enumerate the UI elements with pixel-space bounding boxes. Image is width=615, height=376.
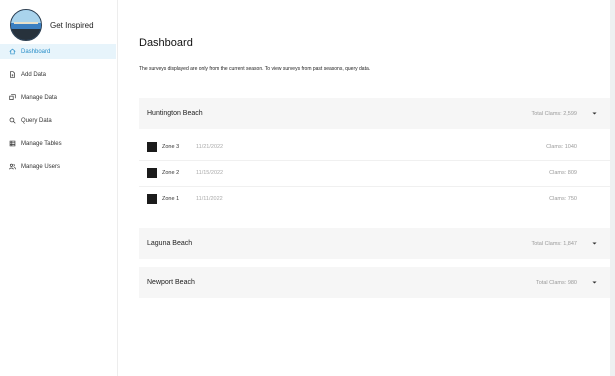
beach-total-clams: Total Clams: 980: [536, 279, 577, 286]
table-icon: [9, 140, 16, 147]
sidebar-item-query-data[interactable]: Query Data: [0, 113, 116, 128]
home-icon: [9, 48, 16, 55]
zone-row[interactable]: Zone 3 11/21/2022 Clams: 1040: [139, 136, 610, 158]
zone-name: Zone 2: [162, 170, 180, 176]
stack-icon: [9, 94, 16, 101]
beach-group-newport[interactable]: Newport Beach Total Clams: 980: [139, 267, 610, 298]
zone-name: Zone 1: [162, 196, 180, 202]
zone-row[interactable]: Zone 1 11/11/2022 Clams: 750: [139, 188, 610, 210]
sidebar-item-label: Manage Data: [21, 94, 58, 101]
sidebar-item-manage-tables[interactable]: Manage Tables: [0, 136, 116, 151]
brand: Get Inspired: [10, 9, 94, 41]
search-icon: [9, 117, 16, 124]
users-icon: [9, 163, 16, 170]
chevron-down-icon[interactable]: [591, 240, 598, 247]
zone-clams: Clams: 809: [549, 170, 577, 176]
sidebar-nav: Dashboard Add Data Manage Data Query Dat…: [0, 44, 116, 182]
sidebar-item-add-data[interactable]: Add Data: [0, 67, 116, 82]
zone-clams: Clams: 750: [549, 196, 577, 202]
zone-date: 11/11/2022: [196, 196, 223, 202]
beach-name: Newport Beach: [147, 279, 195, 286]
chevron-down-icon[interactable]: [591, 279, 598, 286]
page-title: Dashboard: [139, 37, 193, 49]
zone-date: 11/21/2022: [196, 144, 224, 150]
sidebar-item-manage-users[interactable]: Manage Users: [0, 159, 116, 174]
sidebar-item-label: Manage Users: [21, 163, 61, 170]
beach-group-huntington[interactable]: Huntington Beach Total Clams: 2,599: [139, 98, 610, 129]
app-window: Get Inspired Dashboard Add Data Manage D…: [0, 0, 610, 376]
beach-total-clams: Total Clams: 1,847: [531, 240, 577, 247]
zone-date: 11/15/2022: [196, 170, 224, 176]
season-notice: The surveys displayed are only from the …: [139, 66, 371, 72]
row-divider: [139, 160, 610, 161]
sidebar-item-label: Add Data: [21, 71, 47, 78]
zone-thumbnail: [147, 142, 157, 152]
zone-thumbnail: [147, 194, 157, 204]
sidebar-item-label: Dashboard: [21, 48, 51, 55]
zone-name: Zone 3: [162, 144, 180, 150]
beach-name: Laguna Beach: [147, 240, 193, 247]
sidebar-item-label: Manage Tables: [21, 140, 62, 147]
sidebar-item-manage-data[interactable]: Manage Data: [0, 90, 116, 105]
app-title: Get Inspired: [50, 20, 94, 30]
row-divider: [139, 186, 610, 187]
zone-thumbnail: [147, 168, 157, 178]
beach-total-clams: Total Clams: 2,599: [531, 110, 577, 117]
chevron-down-icon[interactable]: [591, 110, 598, 117]
beach-group-laguna[interactable]: Laguna Beach Total Clams: 1,847: [139, 228, 610, 259]
main-content: Dashboard The surveys displayed are only…: [117, 0, 610, 376]
beach-name: Huntington Beach: [147, 110, 203, 117]
zone-clams: Clams: 1040: [546, 144, 577, 150]
zone-row[interactable]: Zone 2 11/15/2022 Clams: 809: [139, 162, 610, 184]
sidebar-item-label: Query Data: [21, 117, 52, 124]
beach-logo: [10, 9, 42, 41]
sidebar: Get Inspired Dashboard Add Data Manage D…: [0, 0, 118, 376]
sidebar-item-dashboard[interactable]: Dashboard: [0, 44, 116, 59]
document-icon: [9, 71, 16, 78]
